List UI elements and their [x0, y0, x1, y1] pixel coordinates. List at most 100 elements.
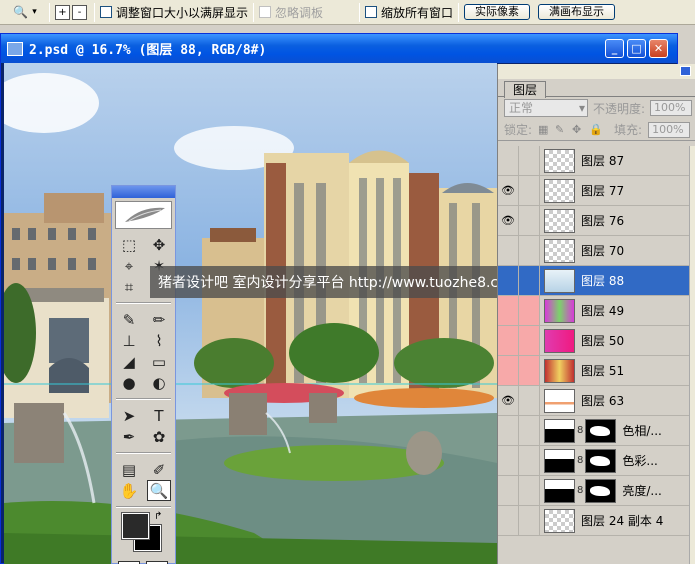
history-brush-tool-icon[interactable]: ⌇ [147, 330, 171, 351]
layer-row[interactable]: 图层 88 [498, 266, 690, 296]
canvas-image[interactable] [4, 63, 497, 564]
layer-link-toggle[interactable] [519, 506, 540, 535]
eraser-tool-icon[interactable]: ◢ [117, 351, 141, 372]
zoom-tool-icon[interactable]: 🔍 [147, 480, 171, 501]
fill-input[interactable]: 100% [648, 121, 691, 138]
lock-transparency-icon[interactable]: ▦ [538, 124, 549, 135]
layer-visibility-toggle[interactable] [498, 476, 519, 505]
zoom-tool-preset[interactable]: 🔍 ▾ [6, 1, 44, 23]
lasso-tool-icon[interactable]: ⌖ [117, 255, 141, 276]
healing-brush-tool-icon[interactable]: ✎ [117, 309, 141, 330]
maximize-button[interactable]: □ [627, 39, 646, 58]
layer-visibility-toggle[interactable] [498, 266, 519, 295]
magnifier-icon: 🔍 [13, 5, 29, 19]
hand-tool-icon[interactable]: ✋ [117, 480, 141, 501]
layer-link-toggle[interactable] [519, 386, 540, 415]
layer-visibility-toggle[interactable] [498, 236, 519, 265]
pen-tool-icon[interactable]: ✒ [117, 426, 141, 447]
layer-link-toggle[interactable] [519, 206, 540, 235]
layer-visibility-toggle[interactable] [498, 446, 519, 475]
layer-mask-thumbnail[interactable] [585, 478, 617, 503]
layer-link-toggle[interactable] [519, 176, 540, 205]
gradient-tool-icon[interactable]: ▭ [147, 351, 171, 372]
layer-link-toggle[interactable] [519, 356, 540, 385]
layer-row[interactable]: 👁 图层 63 [498, 386, 690, 416]
layer-name: 图层 87 [581, 154, 625, 168]
layer-visibility-toggle[interactable]: 👁 [498, 206, 519, 235]
layer-visibility-toggle[interactable]: 👁 [498, 176, 519, 205]
checkbox-box[interactable] [100, 6, 112, 18]
panel-minimize-icon[interactable] [680, 66, 691, 76]
close-button[interactable]: ✕ [649, 39, 668, 58]
layer-link-toggle[interactable] [519, 266, 540, 295]
fit-screen-button[interactable]: 满画布显示 [538, 4, 616, 20]
lock-all-icon[interactable]: 🔒 [589, 124, 603, 135]
layer-name: 图层 63 [581, 394, 625, 408]
layer-link-toggle[interactable] [519, 146, 540, 175]
clone-stamp-tool-icon[interactable]: ⊥ [117, 330, 141, 351]
actual-pixels-button[interactable]: 实际像素 [464, 4, 531, 20]
layer-link-toggle[interactable] [519, 296, 540, 325]
layer-visibility-toggle[interactable] [498, 326, 519, 355]
layer-row[interactable]: 👁 图层 77 [498, 176, 690, 206]
layer-thumbnail [544, 268, 575, 293]
zoom-all-windows-label: 缩放所有窗口 [381, 5, 454, 20]
zoom-all-windows-checkbox[interactable]: 缩放所有窗口 [365, 4, 453, 21]
swap-colors-icon[interactable]: ↱ [154, 511, 162, 522]
path-selection-tool-icon[interactable]: ➤ [117, 405, 141, 426]
zoom-in-icon[interactable]: + [55, 4, 70, 20]
layer-mask-thumbnail[interactable] [585, 448, 617, 473]
move-tool-icon[interactable]: ✥ [147, 234, 171, 255]
ignore-palettes-checkbox[interactable]: 忽略调板 [259, 4, 323, 21]
layer-row[interactable]: 图层 51 [498, 356, 690, 386]
photoshop-feather-logo[interactable] [115, 201, 172, 229]
notes-tool-icon[interactable]: ▤ [117, 459, 141, 480]
layer-row[interactable]: 👁 图层 76 [498, 206, 690, 236]
layer-link-toggle[interactable] [519, 326, 540, 355]
layer-visibility-toggle[interactable] [498, 296, 519, 325]
foreground-color-swatch[interactable] [121, 512, 150, 540]
type-tool-icon[interactable]: T [147, 405, 171, 426]
zoom-out-icon[interactable]: - [72, 4, 87, 20]
opacity-input[interactable]: 100% [650, 100, 693, 116]
dodge-tool-icon[interactable]: ◐ [147, 372, 171, 393]
checkbox-box[interactable] [259, 6, 272, 18]
layer-visibility-toggle[interactable] [498, 146, 519, 175]
minimize-button[interactable]: _ [605, 39, 624, 58]
layer-row[interactable]: 图层 70 [498, 236, 690, 266]
resize-windows-checkbox[interactable]: 调整窗口大小以满屏显示 [100, 4, 248, 21]
lock-position-icon[interactable]: ✥ [572, 124, 583, 135]
document-title-bar[interactable]: 2.psd @ 16.7% (图层 88, RGB/8#) _ □ ✕ [1, 34, 677, 63]
layers-scrollbar[interactable] [689, 146, 695, 564]
blur-tool-icon[interactable]: ● [117, 372, 141, 393]
lock-image-icon[interactable]: ✎ [555, 124, 566, 135]
layer-row[interactable]: 8 色相/... [498, 416, 690, 446]
checkbox-box[interactable] [365, 6, 378, 18]
tools-palette-title-bar[interactable] [112, 186, 175, 198]
layer-mask-thumbnail[interactable] [585, 418, 617, 443]
tab-layers[interactable]: 图层 [504, 81, 547, 98]
custom-shape-tool-icon[interactable]: ✿ [147, 426, 171, 447]
tools-grid-paint: ✎ ✏ ⊥ ⌇ ◢ ▭ ● ◐ [112, 307, 175, 395]
layer-row[interactable]: 8 亮度/... [498, 476, 690, 506]
layer-row[interactable]: 图层 24 副本 4 [498, 506, 690, 536]
layer-visibility-toggle[interactable] [498, 356, 519, 385]
layer-link-toggle[interactable] [519, 446, 540, 475]
layer-link-toggle[interactable] [519, 236, 540, 265]
layer-visibility-toggle[interactable]: 👁 [498, 386, 519, 415]
layer-row[interactable]: 图层 87 [498, 146, 690, 176]
layers-panel-titlebar[interactable] [498, 64, 695, 79]
chain-link-icon: 8 [577, 485, 584, 496]
layer-link-toggle[interactable] [519, 476, 540, 505]
crop-tool-icon[interactable]: ⌗ [117, 276, 141, 297]
eyedropper-tool-icon[interactable]: ✐ [147, 459, 171, 480]
blend-mode-select[interactable]: 正常 [504, 99, 588, 117]
layer-row[interactable]: 图层 49 [498, 296, 690, 326]
layer-visibility-toggle[interactable] [498, 506, 519, 535]
marquee-tool-icon[interactable]: ⬚ [117, 234, 141, 255]
layer-row[interactable]: 8 色彩... [498, 446, 690, 476]
layer-row[interactable]: 图层 50 [498, 326, 690, 356]
brush-tool-icon[interactable]: ✏ [147, 309, 171, 330]
layer-link-toggle[interactable] [519, 416, 540, 445]
layer-visibility-toggle[interactable] [498, 416, 519, 445]
